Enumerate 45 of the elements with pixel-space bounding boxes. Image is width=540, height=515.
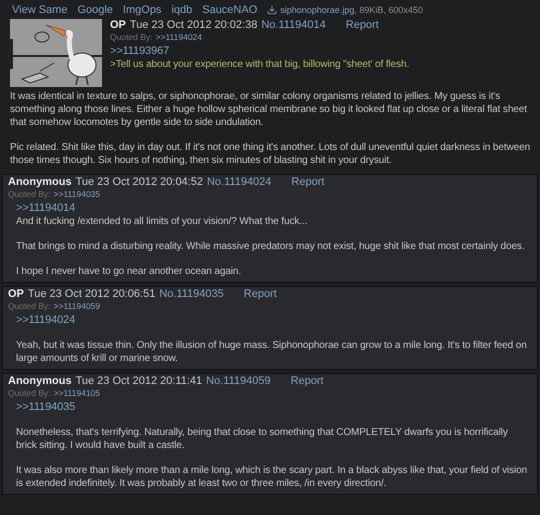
post-text: Pic related. Shit like this, day in day out. If it's not one thing it's another. Lots of dull uneventful quiet darkness in between those times though. Six hours of nothing, then six minutes of blasting shit in your drysuit.: [10, 141, 532, 167]
toolbar-link[interactable]: View Same: [12, 4, 68, 16]
post-text: That brings to mind a disturbing reality. While massive predators may not exist, huge shit like that most certainly does.: [16, 240, 526, 253]
post-text: I hope I never have to go near another ocean again.: [16, 265, 242, 278]
report-link[interactable]: Report: [244, 288, 277, 300]
poster-name: Anonymous: [8, 375, 72, 387]
post-date: Tue 23 Oct 2012 20:11:41: [76, 375, 202, 387]
toolbar-link[interactable]: ImgOps: [122, 4, 162, 16]
quoted-by-label: Quoted By:: [8, 388, 51, 398]
post-text: Nonetheless, that's terrifying. Naturally, being that close to something that COMPLETELY dwarfs you is horrifically brick sitting. I would have built a castle.: [16, 426, 509, 452]
quote-link[interactable]: >>11194035: [16, 400, 531, 414]
toolbar-link[interactable]: Google: [77, 4, 113, 16]
report-link[interactable]: Report: [291, 176, 324, 188]
post-date: Tue 23 Oct 2012 20:02:38: [130, 19, 258, 31]
quoted-by-label: Quoted By:: [110, 32, 153, 42]
post-number-link[interactable]: No.11194059: [206, 375, 271, 387]
post-text: It was also more than likely more than a mile long, which is the scary part. In a black abyss like that, your field of vision is extended indefinitely. It was probably at least two or three miles, /in every direction/.: [16, 464, 528, 490]
poster-name: OP: [110, 19, 126, 31]
poster-name: Anonymous: [8, 176, 72, 188]
post-date: Tue 23 Oct 2012 20:06:51: [28, 288, 156, 300]
file-name-link[interactable]: siphonophorae.jpg: [280, 4, 354, 14]
post-text: And it fucking /extended to all limits of your vision/? What the fuck...: [16, 215, 308, 228]
file-info: , 89KiB, 600x450: [354, 4, 423, 14]
quoted-by-label: Quoted By:: [8, 189, 51, 199]
report-link[interactable]: Report: [290, 375, 324, 387]
post-number-link[interactable]: No.11194024: [206, 176, 272, 188]
post-date: Tue 23 Oct 2012 20:04:52: [76, 176, 203, 188]
quoted-by-link[interactable]: >>11194024: [156, 32, 202, 42]
toolbar-link[interactable]: iqdb: [171, 4, 192, 16]
greentext-line: >Tell us about your experience with that big, billowing "sheet' of flesh.: [110, 58, 410, 71]
quoted-by-link[interactable]: >>11194035: [54, 189, 100, 199]
poster-name: OP: [8, 288, 24, 300]
quote-link[interactable]: >>11193967: [110, 44, 410, 58]
quoted-by-link[interactable]: >>11194059: [54, 301, 100, 311]
post-text: It was identical in texture to salps, or siphonophorae, or similar colony organisms related to jellies. My guess is it's something along those lines. Either a huge hollow spherical membrane so big it looked flat up close or a literal flat sheet that somehow locomotes by gentle side to side undulation.: [10, 90, 528, 129]
quote-link[interactable]: >>11194014: [16, 201, 531, 215]
download-icon[interactable]: [267, 4, 278, 14]
report-link[interactable]: Report: [346, 19, 379, 31]
quoted-by-label: Quoted By:: [8, 301, 51, 311]
post-number-link[interactable]: No.11194014: [261, 19, 326, 31]
toolbar-link[interactable]: SauceNAO: [202, 4, 258, 16]
post-text: Yeah, but it was tissue thin. Only the illusion of huge mass. Siphonophorae can grow to a mile long. It's to filter feed on large amounts of krill or marine snow.: [16, 339, 528, 365]
quote-link[interactable]: >>11194024: [16, 313, 531, 327]
post-number-link[interactable]: No.11194035: [159, 288, 224, 300]
quoted-by-link[interactable]: >>11194105: [54, 388, 100, 398]
